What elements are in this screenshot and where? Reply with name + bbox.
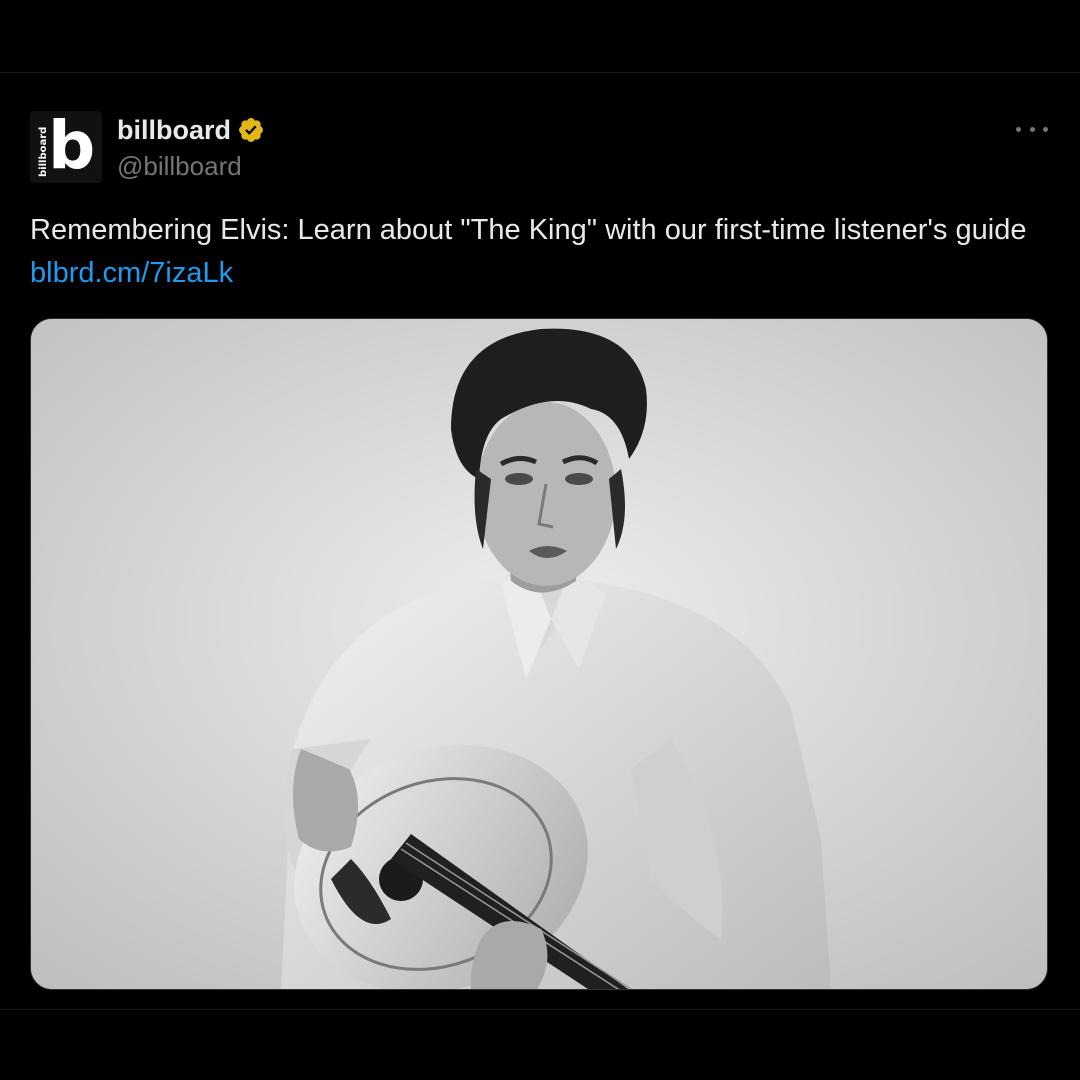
author-name-row[interactable]: billboard — [117, 113, 265, 147]
avatar[interactable]: billboard b — [30, 111, 102, 183]
verified-badge-icon — [237, 116, 265, 144]
more-dot — [1043, 126, 1048, 132]
more-dot — [1029, 126, 1035, 132]
tweet-card[interactable]: billboard b billboard @billboard Remembe… — [0, 72, 1080, 1010]
portrait-photo-illustration — [31, 319, 1047, 989]
tweet-text: Remembering Elvis: Learn about "The King… — [30, 209, 1040, 295]
tweet-photo[interactable] — [30, 318, 1048, 990]
screenshot-frame: billboard b billboard @billboard Remembe… — [0, 0, 1080, 1080]
tweet-body-text: Remembering Elvis: Learn about "The King… — [30, 214, 1027, 246]
tweet-link[interactable]: blbrd.cm/7izaLk — [30, 257, 233, 289]
avatar-letter: b — [48, 111, 95, 183]
author-display-name[interactable]: billboard — [117, 115, 231, 146]
more-options-button[interactable] — [1016, 119, 1048, 139]
more-horizontal-icon — [1016, 126, 1021, 132]
author-handle[interactable]: @billboard — [117, 151, 242, 182]
